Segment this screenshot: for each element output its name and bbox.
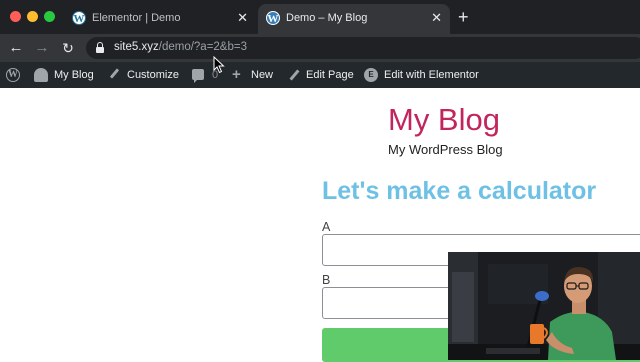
tab-demo-my-blog[interactable]: W Demo – My Blog ✕ (258, 4, 450, 34)
site-title[interactable]: My Blog (388, 102, 500, 138)
admin-bar-edit-page[interactable]: Edit Page (306, 62, 354, 88)
dashboard-icon (34, 68, 48, 82)
admin-bar-customize[interactable]: Customize (127, 62, 179, 88)
wordpress-favicon-icon: W (72, 11, 86, 25)
tab-title: Demo – My Blog (286, 12, 368, 24)
pencil-icon (287, 68, 301, 82)
wordpress-favicon-icon: W (266, 11, 280, 25)
close-tab-icon[interactable]: ✕ (431, 10, 442, 26)
close-window-button[interactable] (10, 11, 21, 22)
maximize-window-button[interactable] (44, 11, 55, 22)
field-label-b: B (322, 273, 331, 287)
page-heading: Let's make a calculator (322, 177, 597, 205)
new-tab-icon[interactable]: + (458, 8, 469, 26)
url-text[interactable]: site5.xyz/demo/?a=2&b=3 (114, 41, 247, 53)
lock-icon[interactable] (96, 42, 104, 53)
mouse-cursor-icon (213, 56, 225, 74)
forward-arrow-icon[interactable]: → (32, 38, 52, 58)
wordpress-logo-icon[interactable]: W (6, 68, 20, 82)
webcam-video-overlay (448, 252, 640, 360)
browser-toolbar: ← → ↻ site5.xyz/demo/?a=2&b=3 (0, 34, 640, 62)
minimize-window-button[interactable] (27, 11, 38, 22)
address-bar[interactable]: site5.xyz/demo/?a=2&b=3 (86, 37, 640, 59)
browser-tab-strip: W Elementor | Demo ✕ W Demo – My Blog ✕ … (0, 0, 640, 34)
back-arrow-icon[interactable]: ← (6, 38, 26, 58)
admin-bar-new[interactable]: New (251, 62, 273, 88)
presenter-video-frame (448, 252, 640, 360)
admin-bar-edit-with-elementor[interactable]: Edit with Elementor (384, 62, 479, 88)
brush-icon (107, 68, 121, 82)
tab-elementor-demo[interactable]: W Elementor | Demo ✕ (64, 4, 256, 34)
comment-icon (192, 69, 204, 83)
tab-title: Elementor | Demo (92, 12, 181, 24)
close-tab-icon[interactable]: ✕ (237, 10, 248, 26)
elementor-icon: E (364, 68, 378, 82)
admin-bar-site-name[interactable]: My Blog (54, 62, 94, 88)
wp-admin-bar: W My Blog Customize 0 + New Edit Page E … (0, 62, 640, 88)
reload-icon[interactable]: ↻ (58, 38, 78, 58)
site-tagline: My WordPress Blog (388, 142, 503, 157)
plus-icon: + (232, 66, 241, 83)
field-label-a: A (322, 220, 331, 234)
